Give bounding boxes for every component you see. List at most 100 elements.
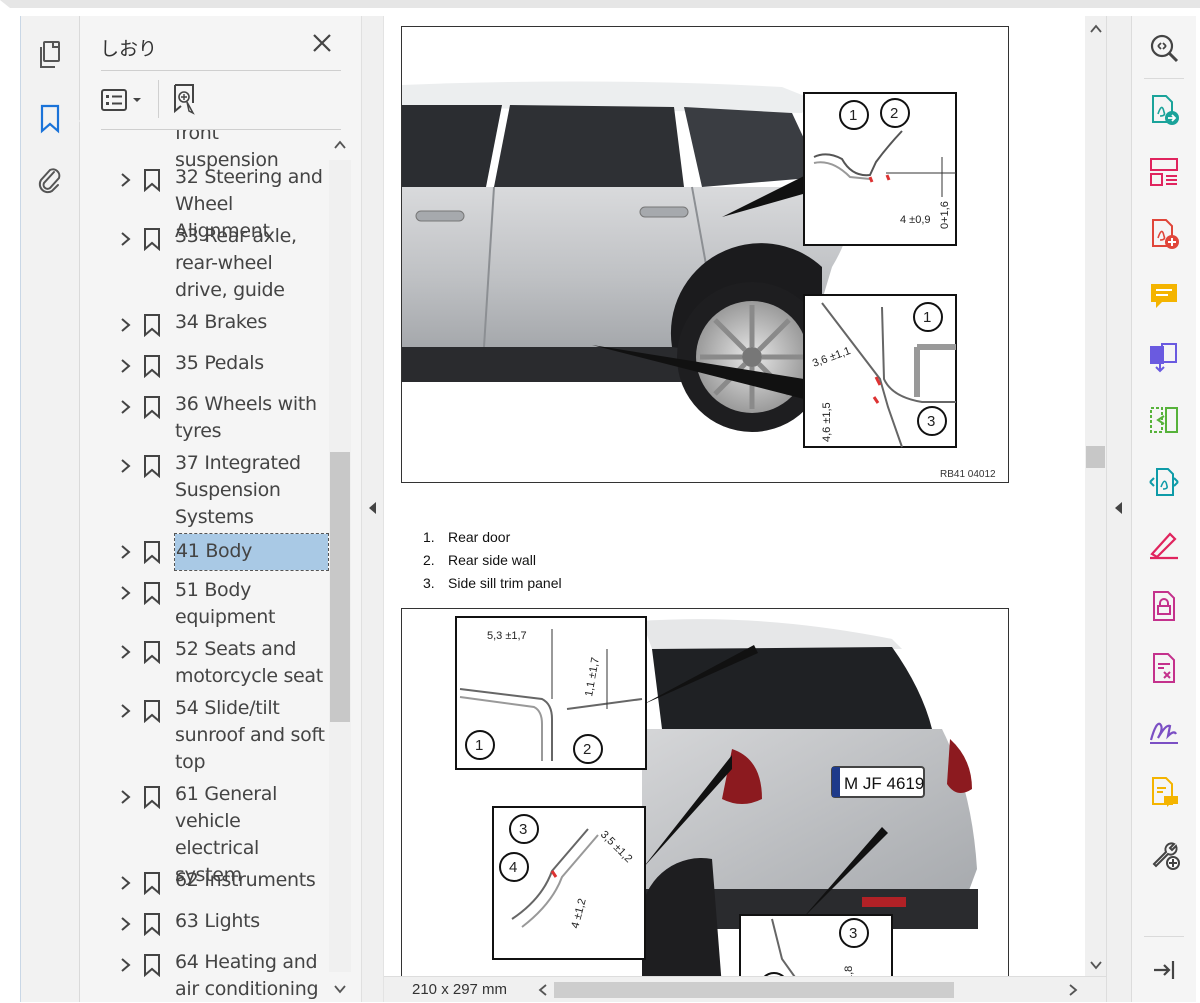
callout-2: 2	[890, 105, 898, 122]
chevron-right-icon[interactable]	[118, 172, 132, 188]
navigation-rail	[21, 16, 87, 1002]
dim-label: 0+1,6	[939, 201, 951, 229]
license-plate: M JF 4619	[844, 774, 924, 793]
figure-ref: RB41 04012	[940, 469, 996, 480]
bookmarks-icon[interactable]	[29, 98, 71, 140]
car-side-illustration: 1 2 4 ±0,9 0+1,6 1 3 3,6 ±1,1 4,6 ±1,5 R…	[402, 81, 996, 480]
app-frame: しおり front suspension 32 Steering and Whe…	[20, 16, 1196, 1002]
scroll-down-arrow-icon[interactable]	[1090, 960, 1102, 970]
panel-title: しおり	[100, 38, 158, 60]
more-tools-icon[interactable]	[1146, 836, 1182, 872]
chevron-right-icon[interactable]	[118, 317, 132, 333]
attachments-icon[interactable]	[29, 160, 71, 202]
scroll-right-arrow-icon[interactable]	[1068, 984, 1078, 996]
chevron-right-icon[interactable]	[118, 544, 132, 560]
chevron-right-icon[interactable]	[118, 399, 132, 415]
collapse-left-pane-button[interactable]	[362, 16, 384, 1002]
fill-sign-icon[interactable]	[1146, 526, 1182, 562]
tools-rail	[1131, 16, 1196, 1002]
callout-1: 1	[475, 737, 483, 754]
redact-icon[interactable]	[1146, 650, 1182, 686]
divider	[101, 70, 341, 71]
collapse-right-pane-button[interactable]	[1106, 16, 1131, 1002]
scroll-thumb[interactable]	[330, 452, 350, 722]
caption-item: 3. Side sill trim panel	[423, 575, 562, 591]
callout-4: 4	[509, 859, 517, 876]
document-vertical-scrollbar[interactable]	[1085, 16, 1106, 976]
dim-label: 4,6 ±1,5	[821, 402, 833, 442]
document-status-bar: 210 x 297 mm	[384, 976, 1106, 1002]
chevron-right-icon[interactable]	[118, 231, 132, 247]
dim-label: 4 ±0,9	[900, 214, 931, 226]
car-rear-illustration: M JF 4619 5,3 ±1,7 1,1 ±1,7 1 2 3 4 3,5 …	[455, 616, 978, 987]
organize-pages-icon[interactable]	[1146, 154, 1182, 190]
divider	[1144, 936, 1184, 937]
chevron-right-icon[interactable]	[118, 875, 132, 891]
figure-rear-view: M JF 4619 5,3 ±1,7 1,1 ±1,7 1 2 3 4 3,5 …	[401, 608, 1009, 988]
combine-files-icon[interactable]	[1146, 340, 1182, 376]
export-pdf-icon[interactable]	[1146, 92, 1182, 128]
pdf-page: 1 2 4 ±0,9 0+1,6 1 3 3,6 ±1,1 4,6 ±1,5 R…	[384, 16, 1085, 988]
create-pdf-icon[interactable]	[1146, 216, 1182, 252]
collapse-right-icon[interactable]	[1115, 502, 1123, 514]
bookmarks-panel: しおり front suspension 32 Steering and Whe…	[80, 16, 362, 1002]
bookmark-icon	[144, 786, 160, 809]
divider	[158, 80, 159, 118]
chevron-right-icon[interactable]	[118, 957, 132, 973]
zoom-tool-icon[interactable]	[1146, 30, 1182, 66]
caption-list: 1. Rear door 2. Rear side wall 3. Side sill…	[423, 526, 562, 595]
dim-label: 5,3 ±1,7	[487, 630, 527, 642]
bookmark-options-button[interactable]	[100, 86, 148, 114]
bookmark-icon	[144, 872, 160, 895]
bookmark-icon	[144, 396, 160, 419]
chevron-right-icon[interactable]	[118, 703, 132, 719]
caption-item: 2. Rear side wall	[423, 552, 536, 568]
callout-2: 2	[583, 741, 591, 758]
convert-icon[interactable]	[1146, 464, 1182, 500]
callout-3: 3	[519, 821, 527, 838]
bookmark-icon	[144, 913, 160, 936]
callout-1: 1	[923, 309, 931, 326]
scroll-up-arrow-icon[interactable]	[1090, 24, 1102, 34]
document-pane: 1 2 4 ±0,9 0+1,6 1 3 3,6 ±1,1 4,6 ±1,5 R…	[362, 16, 1106, 1002]
collapse-pane-icon[interactable]	[1146, 952, 1182, 988]
scroll-up-arrow-icon[interactable]	[334, 140, 346, 150]
chevron-right-icon[interactable]	[118, 458, 132, 474]
bookmarks-scrollbar[interactable]	[329, 130, 351, 1002]
chevron-right-icon[interactable]	[118, 916, 132, 932]
comment-icon[interactable]	[1146, 278, 1182, 314]
bookmark-icon	[144, 455, 160, 478]
bookmark-icon	[144, 700, 160, 723]
collapse-left-icon[interactable]	[369, 502, 377, 514]
close-icon[interactable]	[309, 30, 335, 56]
chevron-right-icon[interactable]	[118, 644, 132, 660]
chevron-right-icon[interactable]	[118, 789, 132, 805]
page-thumbnails-icon[interactable]	[29, 34, 71, 76]
chevron-right-icon[interactable]	[118, 358, 132, 374]
caption-item: 1. Rear door	[423, 529, 511, 545]
callout-3: 3	[927, 413, 935, 430]
bookmark-icon	[144, 169, 160, 192]
bookmark-icon	[144, 228, 160, 251]
bookmark-list: front suspension 32 Steering and Wheel A…	[80, 130, 330, 1002]
bookmark-icon	[144, 541, 160, 564]
figure-side-view: 1 2 4 ±0,9 0+1,6 1 3 3,6 ±1,1 4,6 ±1,5 R…	[401, 26, 1009, 483]
chevron-down-icon	[133, 98, 141, 102]
scroll-down-arrow-icon[interactable]	[334, 984, 346, 994]
callout-1: 1	[849, 107, 857, 124]
chevron-right-icon[interactable]	[118, 585, 132, 601]
scroll-thumb[interactable]	[1086, 446, 1105, 468]
compress-pdf-icon[interactable]	[1146, 402, 1182, 438]
bookmark-icon	[144, 641, 160, 664]
scroll-left-arrow-icon[interactable]	[538, 984, 548, 996]
callout-3: 3	[849, 925, 857, 942]
new-bookmark-button[interactable]	[170, 82, 200, 116]
divider	[1144, 78, 1184, 79]
bookmark-icon	[144, 582, 160, 605]
protect-icon[interactable]	[1146, 588, 1182, 624]
send-for-comments-icon[interactable]	[1146, 774, 1182, 810]
request-signature-icon[interactable]	[1146, 712, 1182, 748]
bookmark-icon	[144, 355, 160, 378]
bookmark-icon	[144, 954, 160, 977]
horizontal-scroll-thumb[interactable]	[554, 982, 954, 998]
